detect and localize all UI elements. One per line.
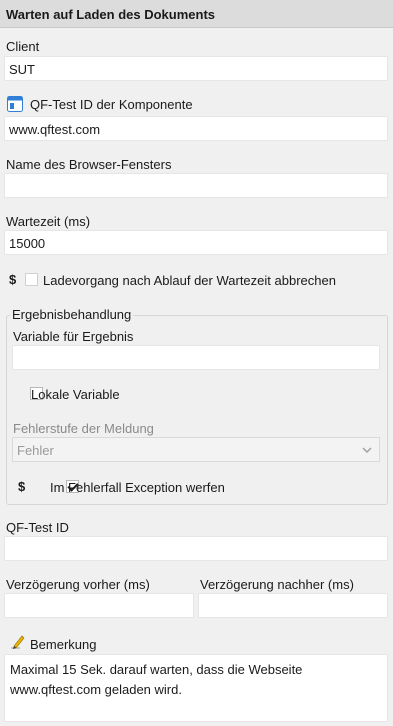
local-variable-label: Lokale Variable xyxy=(31,387,120,402)
qftest-id-field[interactable] xyxy=(4,536,388,561)
component-window-icon xyxy=(7,96,23,112)
abort-loading-checkbox[interactable] xyxy=(25,273,38,286)
comment-line-2: www.qftest.com geladen wird. xyxy=(10,682,182,697)
result-variable-field[interactable] xyxy=(12,345,380,370)
error-level-select[interactable]: Fehler xyxy=(12,437,380,462)
timeout-label: Wartezeit (ms) xyxy=(6,214,91,229)
comment-line-1: Maximal 15 Sek. darauf warten, dass die … xyxy=(10,662,303,677)
error-level-value: Fehler xyxy=(17,443,54,458)
exception-dollar-icon: $ xyxy=(18,479,26,494)
throw-exception-label: Im Fehlerfall Exception werfen xyxy=(50,480,225,495)
client-label: Client xyxy=(6,39,40,54)
component-label: QF-Test ID der Komponente xyxy=(30,97,193,112)
page-title: Warten auf Laden des Dokuments xyxy=(0,0,393,28)
browser-window-label: Name des Browser-Fensters xyxy=(6,157,172,172)
timeout-field[interactable]: 15000 xyxy=(4,230,388,255)
browser-window-field[interactable] xyxy=(4,173,388,198)
delay-after-label: Verzögerung nachher (ms) xyxy=(200,577,354,592)
component-id-field[interactable]: www.qftest.com xyxy=(4,116,388,141)
variable-dollar-icon: $ xyxy=(9,272,17,287)
delay-before-label: Verzögerung vorher (ms) xyxy=(6,577,150,592)
comment-textarea[interactable]: Maximal 15 Sek. darauf warten, dass die … xyxy=(4,654,388,722)
abort-loading-label: Ladevorgang nach Ablauf der Wartezeit ab… xyxy=(43,273,336,288)
result-variable-label: Variable für Ergebnis xyxy=(13,329,134,344)
comment-label: Bemerkung xyxy=(30,637,97,652)
delay-after-field[interactable] xyxy=(198,593,388,618)
qftest-id-label: QF-Test ID xyxy=(6,520,69,535)
error-level-label: Fehlerstufe der Meldung xyxy=(13,421,154,436)
client-field[interactable]: SUT xyxy=(4,56,388,81)
chevron-down-icon xyxy=(361,444,373,456)
pencil-note-icon xyxy=(10,634,26,650)
result-handling-title: Ergebnisbehandlung xyxy=(10,307,134,322)
delay-before-field[interactable] xyxy=(4,593,194,618)
